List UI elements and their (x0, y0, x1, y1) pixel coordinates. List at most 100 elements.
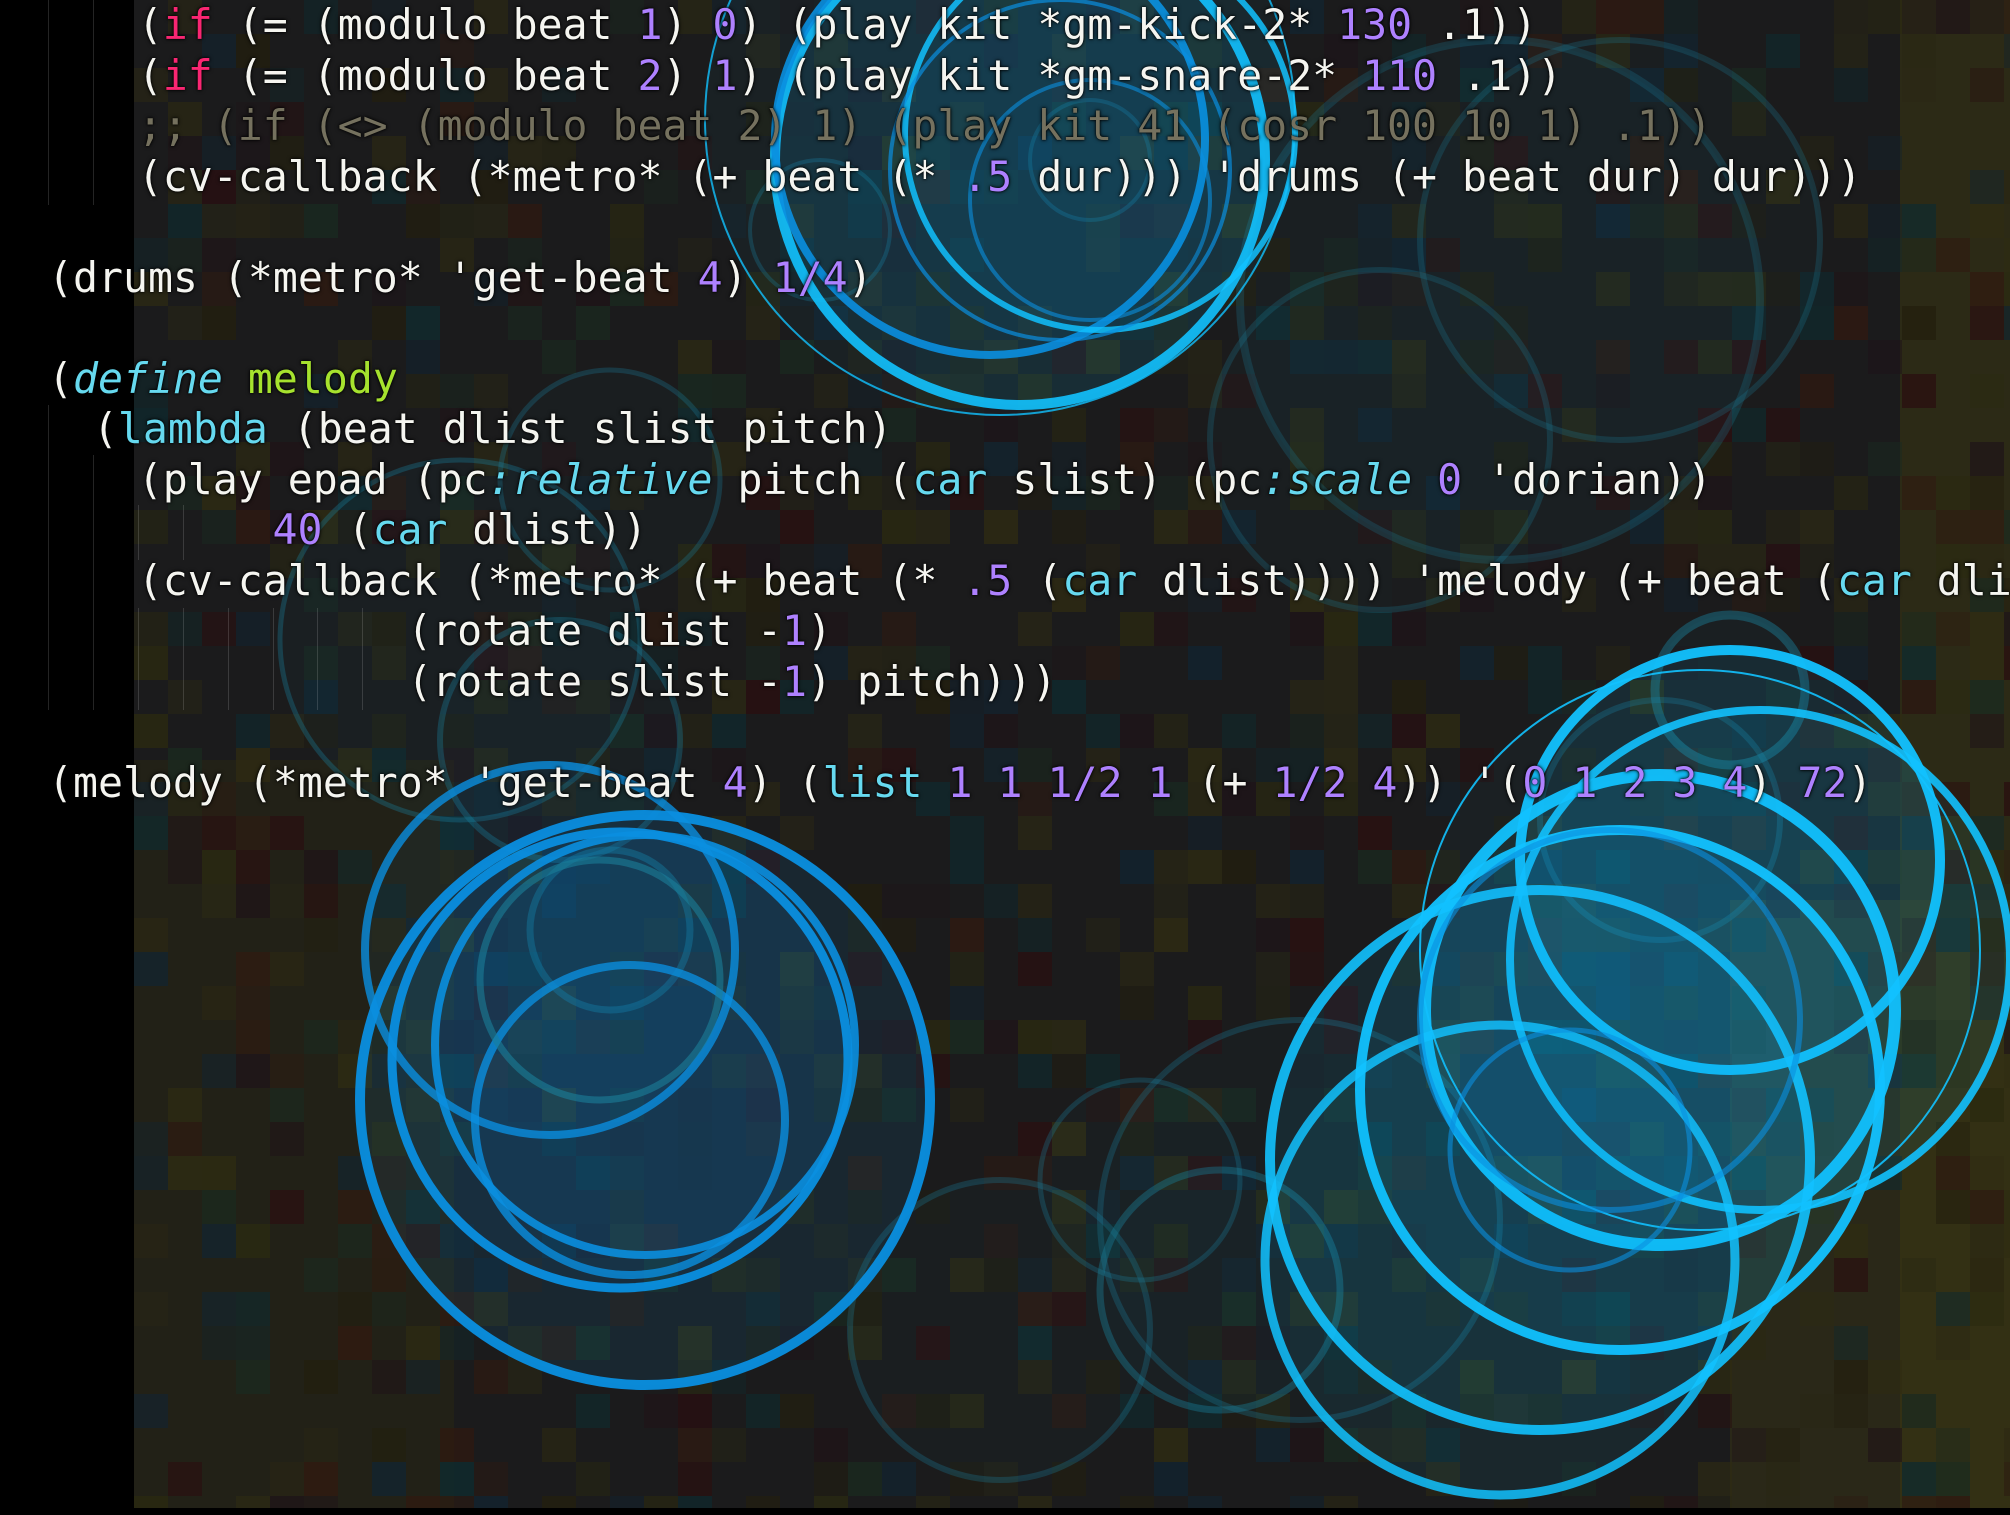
code-token: ( (137, 50, 163, 100)
code-line[interactable]: (melody (*metro* 'get-beat 4) (list 1 1 … (48, 758, 1872, 808)
code-token: ) (662, 50, 713, 100)
indent-guide (317, 608, 318, 710)
code-line[interactable]: (play epad (pc:relative pitch (car slist… (138, 455, 1712, 505)
code-token: ( (92, 404, 118, 453)
indent-guide (48, 0, 49, 205)
indent-guide (138, 505, 139, 560)
code-token: .1)) (1437, 50, 1563, 100)
code-token: ) pitch))) (806, 656, 1057, 706)
code-token: slist) (pc (987, 454, 1263, 504)
code-token: 1 (781, 656, 807, 706)
code-token: dlist)) (447, 505, 648, 554)
code-token: car (912, 454, 988, 504)
code-token: ;; (if (<> (modulo beat 2) 1) (play kit … (137, 101, 1712, 150)
code-token: list (822, 757, 923, 807)
code-line[interactable]: (if (= (modulo beat 2) 1) (play kit *gm-… (138, 51, 1562, 101)
indent-guide (48, 405, 49, 710)
code-token: (cv-callback (*metro* (+ beat (* (137, 555, 963, 605)
indent-guide (273, 608, 274, 710)
code-token: pitch ( (712, 454, 913, 504)
code-token: ( (1012, 555, 1063, 605)
code-token: (= (modulo beat (212, 50, 638, 100)
code-token: 4 (1372, 757, 1398, 807)
code-token: 1 (712, 50, 738, 100)
code-token: 1/4 (772, 252, 848, 302)
code-token: 0 (1522, 757, 1548, 807)
code-line[interactable]: (if (= (modulo beat 1) 0) (play kit *gm-… (138, 0, 1537, 50)
code-token: (drums (*metro* 'get-beat (48, 252, 698, 302)
code-token: ( (322, 505, 373, 554)
code-token: if (162, 0, 213, 49)
code-token: 4 (1722, 757, 1748, 807)
code-token: ) (847, 252, 873, 302)
code-token: 2 (637, 50, 663, 100)
code-token: 2 (1622, 757, 1648, 807)
indent-guide (93, 0, 94, 205)
code-line[interactable]: (rotate dlist -1) (407, 606, 832, 656)
code-token: :scale (1262, 454, 1413, 504)
code-token: 1/2 (1047, 757, 1123, 807)
indent-guide (183, 505, 184, 560)
code-token: 1 (1147, 757, 1173, 807)
code-line[interactable]: ;; (if (<> (modulo beat 2) 1) (play kit … (138, 101, 1712, 151)
indent-guide (93, 455, 94, 710)
code-token: (= (modulo beat (212, 0, 638, 49)
code-token: (rotate dlist - (407, 606, 782, 655)
code-token: (melody (*metro* 'get-beat (48, 757, 723, 807)
code-token: dlist)) (1936, 555, 2010, 605)
indent-guide (228, 608, 229, 710)
code-token: (play epad (pc (137, 454, 488, 504)
code-line[interactable]: (drums (*metro* 'get-beat 4) 1/4) (48, 253, 873, 303)
code-token: lambda (117, 404, 268, 453)
code-token: 1/2 (1272, 757, 1348, 807)
code-token: 0 (1437, 454, 1463, 504)
indent-guide (362, 608, 363, 710)
code-token: 1 (997, 757, 1023, 807)
code-line[interactable]: (cv-callback (*metro* (+ beat (* .5 dur)… (138, 152, 1862, 202)
code-token: ( (48, 353, 73, 403)
code-token: 40 (272, 505, 323, 554)
code-line[interactable]: (cv-callback (*metro* (+ beat (* .5 (car… (138, 556, 2010, 606)
code-token: dlist)))) 'melody (+ beat ( (1137, 555, 1837, 605)
code-token: .5 (962, 555, 1013, 605)
code-token: if (162, 50, 213, 100)
code-token: .5 (962, 151, 1013, 201)
code-token: (cv-callback (*metro* (+ beat (* (137, 151, 963, 201)
indent-guide (183, 608, 184, 710)
code-token: 72 (1797, 757, 1848, 807)
code-token: :relative (487, 454, 713, 504)
code-token: car (372, 505, 448, 554)
code-line[interactable]: (lambda (beat dlist slist pitch) (93, 404, 893, 454)
indent-guide (138, 608, 139, 710)
code-token: ) (play kit *gm-snare-2* (737, 50, 1363, 100)
code-token: 130 (1337, 0, 1413, 49)
code-token: ) (806, 606, 832, 655)
code-token: ) (722, 252, 773, 302)
code-token: 4 (697, 252, 723, 302)
code-editor[interactable]: (if (= (modulo beat 1) 0) (play kit *gm-… (0, 0, 2010, 1515)
code-token: (+ (1172, 757, 1273, 807)
code-token: ) (1847, 757, 1873, 807)
code-token: ) ( (747, 757, 823, 807)
code-token: melody (247, 353, 398, 403)
code-token: ) (1747, 757, 1798, 807)
code-token: define (73, 353, 223, 403)
code-line[interactable]: (define melody (48, 354, 398, 404)
code-token: 1 (947, 757, 973, 807)
code-token: (rotate slist - (407, 656, 782, 706)
code-line[interactable]: 40 (car dlist)) (273, 505, 648, 555)
code-token: )) '( (1397, 757, 1523, 807)
code-token: 'dorian)) (1462, 454, 1712, 504)
code-line[interactable]: (rotate slist -1) pitch))) (407, 657, 1057, 707)
code-token: 1 (637, 0, 663, 49)
